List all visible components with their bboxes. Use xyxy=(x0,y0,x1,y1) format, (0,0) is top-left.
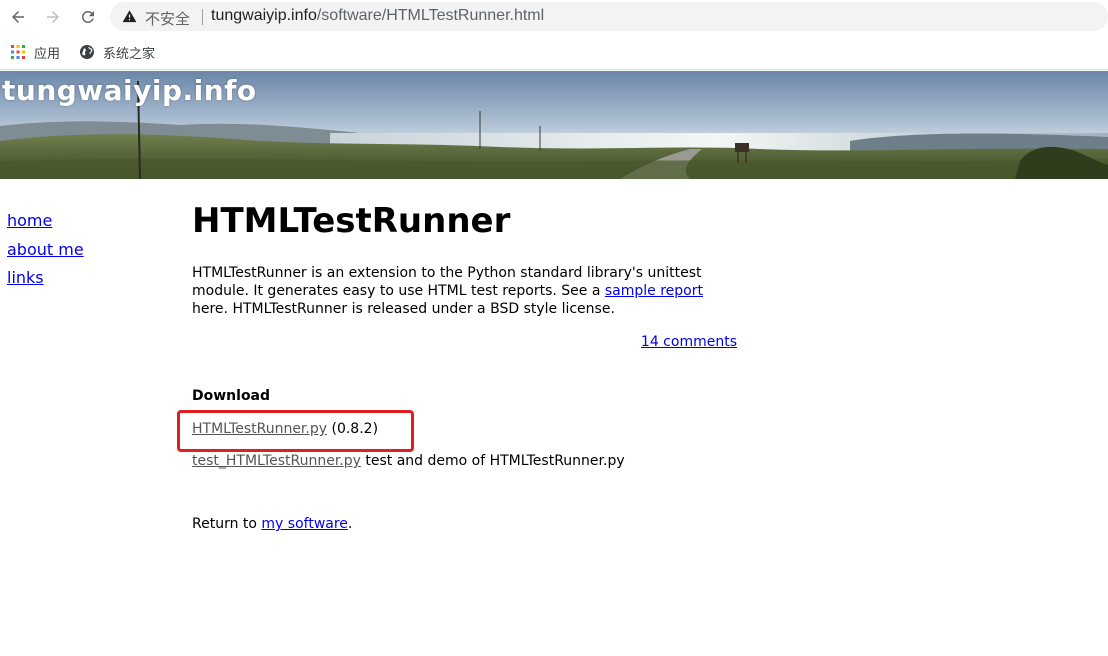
intro-text: here. HTMLTestRunner is released under a… xyxy=(192,301,615,317)
url-host: tungwaiyip.info xyxy=(211,7,317,24)
security-label[interactable]: 不安全 xyxy=(145,8,190,29)
download-heading: Download xyxy=(192,388,271,404)
sample-report-link[interactable]: sample report xyxy=(605,283,703,299)
arrow-right-icon xyxy=(47,11,59,23)
bookmark-label: 系统之家 xyxy=(103,46,156,62)
back-button[interactable] xyxy=(6,5,30,29)
download-item: test_HTMLTestRunner.py test and demo of … xyxy=(192,452,737,470)
page-title: HTMLTestRunner xyxy=(192,201,511,241)
url-text[interactable]: tungwaiyip.info/software/HTMLTestRunner.… xyxy=(211,7,544,25)
reload-button[interactable] xyxy=(76,5,100,29)
return-text: . xyxy=(347,516,353,532)
apps-grid-icon xyxy=(11,45,25,59)
globe-icon xyxy=(80,45,94,59)
return-paragraph: Return to my software. xyxy=(192,516,737,532)
sidebar-item-links[interactable]: links xyxy=(7,264,127,293)
test-htmltestrunner-download-link[interactable]: test_HTMLTestRunner.py xyxy=(192,453,361,469)
sidebar-item-home[interactable]: home xyxy=(7,207,127,236)
url-path: /software/HTMLTestRunner.html xyxy=(316,7,545,24)
arrow-left-icon xyxy=(12,11,24,23)
comments-row: 14 comments xyxy=(192,334,737,350)
site-banner: tungwaiyip.info xyxy=(0,71,1108,179)
download-description: test and demo of HTMLTestRunner.py xyxy=(360,453,625,469)
return-text: Return to xyxy=(192,516,262,532)
intro-paragraph: HTMLTestRunner is an extension to the Py… xyxy=(192,264,737,318)
omnibox-divider xyxy=(202,9,203,25)
highlight-annotation-box xyxy=(177,410,414,452)
address-bar[interactable]: 不安全 tungwaiyip.info/software/HTMLTestRun… xyxy=(110,2,1108,31)
warning-icon[interactable] xyxy=(122,9,137,24)
sidebar-nav: home about me links xyxy=(7,207,127,293)
my-software-link[interactable]: my software xyxy=(261,516,348,532)
comments-link[interactable]: 14 comments xyxy=(641,334,737,350)
forward-button[interactable] xyxy=(41,5,65,29)
bookmark-xitongzhijia[interactable]: 系统之家 xyxy=(79,43,156,62)
site-title[interactable]: tungwaiyip.info xyxy=(2,74,257,107)
bookmark-apps[interactable]: 应用 xyxy=(10,43,61,62)
browser-toolbar: 不安全 tungwaiyip.info/software/HTMLTestRun… xyxy=(0,0,1108,34)
main-content: HTMLTestRunner HTMLTestRunner is an exte… xyxy=(192,200,737,532)
reload-icon xyxy=(81,10,94,23)
sidebar-item-about-me[interactable]: about me xyxy=(7,236,127,265)
bookmarks-bar: 应用 系统之家 xyxy=(0,34,1108,70)
bookmark-label: 应用 xyxy=(34,46,61,62)
